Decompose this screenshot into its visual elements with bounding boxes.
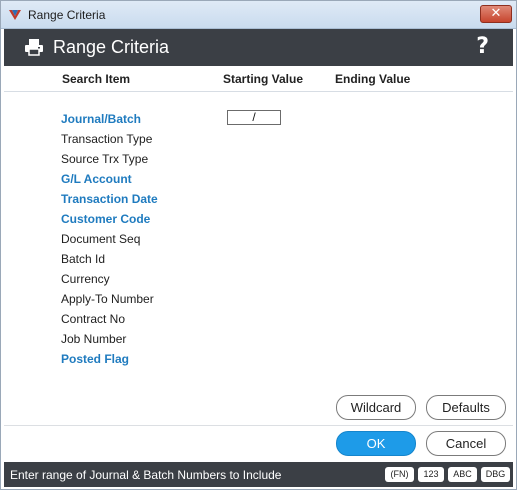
window-titlebar[interactable]: Range Criteria ✕: [1, 1, 516, 29]
window-title: Range Criteria: [28, 8, 106, 22]
search-item-source-trx-type[interactable]: Source Trx Type: [61, 151, 148, 167]
search-item-batch-id[interactable]: Batch Id: [61, 251, 105, 267]
window-close-button[interactable]: ✕: [480, 5, 512, 23]
search-item-posted-flag[interactable]: Posted Flag: [61, 351, 129, 367]
search-item-transaction-date[interactable]: Transaction Date: [61, 191, 158, 207]
numeric-mode-badge[interactable]: 123: [418, 467, 444, 482]
range-criteria-window: Range Criteria ✕ Range Criteria ? Search…: [0, 0, 517, 490]
search-item-customer-code[interactable]: Customer Code: [61, 211, 150, 227]
search-item-document-seq[interactable]: Document Seq: [61, 231, 140, 247]
wildcard-button[interactable]: Wildcard: [336, 395, 416, 420]
ending-value-column-header: Ending Value: [335, 72, 411, 86]
search-item-g-l-account[interactable]: G/L Account: [61, 171, 132, 187]
abc-mode-badge[interactable]: ABC: [448, 467, 477, 482]
defaults-button[interactable]: Defaults: [426, 395, 506, 420]
printer-icon: [25, 39, 43, 56]
status-message: Enter range of Journal & Batch Numbers t…: [10, 468, 282, 482]
search-item-journal-batch[interactable]: Journal/Batch: [61, 111, 141, 127]
status-bar: Enter range of Journal & Batch Numbers t…: [4, 462, 513, 487]
search-item-apply-to-number[interactable]: Apply-To Number: [61, 291, 154, 307]
ok-button[interactable]: OK: [336, 431, 416, 456]
journal-batch-start-field[interactable]: /: [227, 110, 281, 125]
search-item-transaction-type[interactable]: Transaction Type: [61, 131, 152, 147]
search-item-contract-no[interactable]: Contract No: [61, 311, 125, 327]
button-divider: [4, 425, 513, 426]
debug-mode-badge[interactable]: DBG: [481, 467, 510, 482]
app-logo-icon: [9, 10, 21, 20]
dialog-header: Range Criteria ?: [4, 29, 513, 66]
search-item-job-number[interactable]: Job Number: [61, 331, 126, 347]
search-item-column-header: Search Item: [62, 72, 131, 86]
column-headers: Search Item Starting Value Ending Value: [4, 66, 513, 92]
cancel-button[interactable]: Cancel: [426, 431, 506, 456]
search-item-currency[interactable]: Currency: [61, 271, 110, 287]
starting-value-column-header: Starting Value: [223, 72, 304, 86]
fn-mode-badge[interactable]: (FN): [385, 467, 414, 482]
dialog-title: Range Criteria: [53, 37, 170, 57]
help-icon[interactable]: ?: [476, 34, 489, 59]
